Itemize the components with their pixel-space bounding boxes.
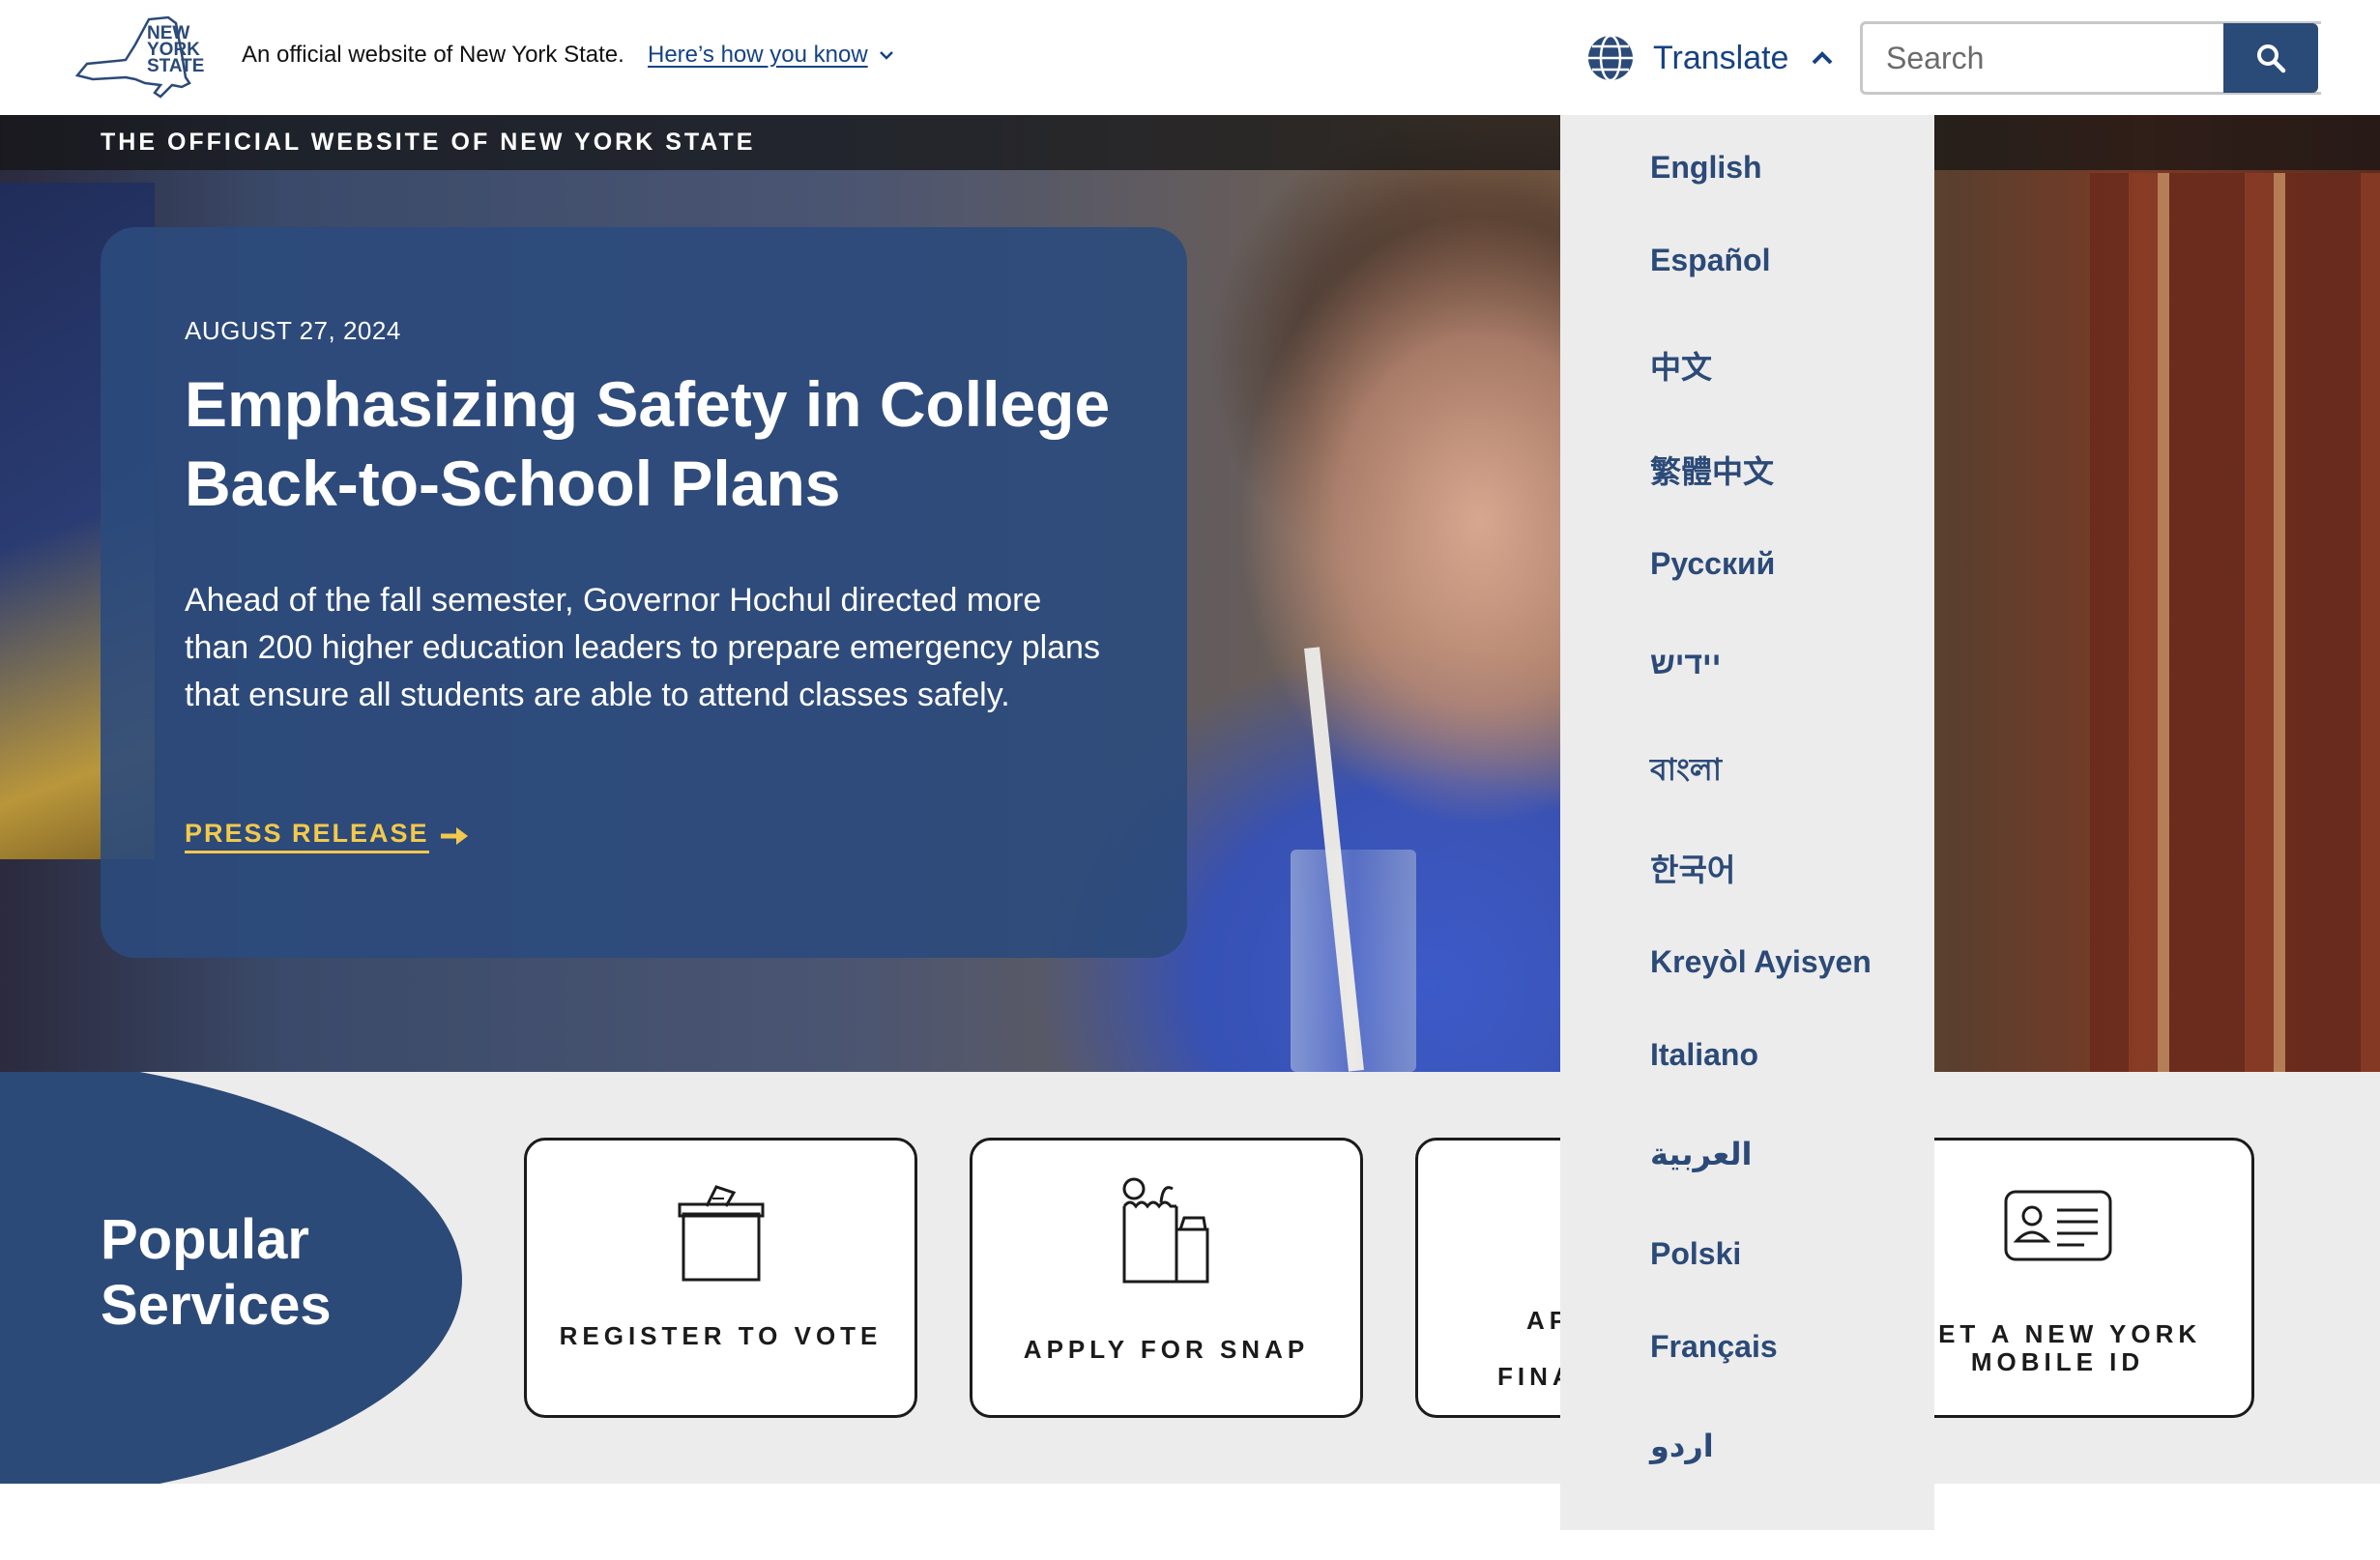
background-curtain xyxy=(2090,173,2380,1072)
language-option-bengali[interactable]: বাংলা xyxy=(1650,745,1722,797)
id-card-icon xyxy=(2004,1190,2111,1261)
top-header: NEW YORK STATE An official website of Ne… xyxy=(0,0,2380,115)
language-option-korean[interactable]: 한국어 xyxy=(1650,846,1735,890)
language-option-yiddish[interactable]: יידיש xyxy=(1650,646,1721,681)
popular-services: Popular Services REGISTER TO VOTE APPLY … xyxy=(0,1072,2380,1484)
press-release-link[interactable]: PRESS RELEASE xyxy=(185,819,472,853)
translate-label: Translate xyxy=(1653,39,1789,76)
hero-description: Ahead of the fall semester, Governor Hoc… xyxy=(185,582,1100,713)
hero-card: AUGUST 27, 2024 Emphasizing Safety in Co… xyxy=(101,227,1187,958)
service-card-apply-snap[interactable]: APPLY FOR SNAP xyxy=(970,1138,1363,1418)
globe-icon xyxy=(1588,34,1633,82)
press-release-label: PRESS RELEASE xyxy=(185,819,429,853)
hero-title: Emphasizing Safety in College Back-to-Sc… xyxy=(185,368,1111,519)
service-card-label: GET A NEW YORK MOBILE ID xyxy=(1883,1320,2232,1376)
official-site-strip-text: THE OFFICIAL WEBSITE OF NEW YORK STATE xyxy=(101,129,756,156)
popular-services-heading: Popular Services xyxy=(101,1207,332,1339)
language-option-russian[interactable]: Русский xyxy=(1650,546,1775,582)
chevron-down-icon xyxy=(879,51,893,60)
hero-date: AUGUST 27, 2024 xyxy=(185,316,401,345)
language-option-english[interactable]: English xyxy=(1650,150,1762,186)
service-card-label: REGISTER TO VOTE xyxy=(559,1321,883,1350)
search-button[interactable] xyxy=(2223,23,2318,93)
official-site-strip: THE OFFICIAL WEBSITE OF NEW YORK STATE xyxy=(0,115,2380,170)
grocery-bag-icon xyxy=(1122,1177,1208,1284)
language-option-french[interactable]: Français xyxy=(1650,1329,1778,1365)
nys-logo[interactable]: NEW YORK STATE xyxy=(68,15,209,99)
popular-services-heading-line1: Popular xyxy=(101,1208,309,1271)
hero-banner: THE OFFICIAL WEBSITE OF NEW YORK STATE A… xyxy=(0,115,2380,1072)
how-you-know-link[interactable]: Here’s how you know xyxy=(648,42,895,69)
language-option-italian[interactable]: Italiano xyxy=(1650,1037,1758,1073)
arrow-right-icon xyxy=(440,827,468,845)
translate-button[interactable]: Translate xyxy=(1585,31,1835,85)
how-you-know-label: Here’s how you know xyxy=(648,42,868,68)
language-option-spanish[interactable]: Español xyxy=(1650,243,1770,278)
search-icon xyxy=(2257,44,2286,73)
language-option-arabic[interactable]: العربية xyxy=(1650,1136,1752,1172)
background-glass xyxy=(1291,850,1416,1072)
service-card-register-vote[interactable]: REGISTER TO VOTE xyxy=(524,1138,917,1418)
official-site-text: An official website of New York State. xyxy=(242,42,624,68)
language-option-haitian-creole[interactable]: Kreyòl Ayisyen xyxy=(1650,944,1872,980)
service-card-label-line: MOBILE ID xyxy=(1970,1347,2145,1376)
language-option-chinese-simplified[interactable]: 中文 xyxy=(1650,343,1712,388)
ballot-box-icon xyxy=(678,1185,764,1282)
language-option-chinese-traditional[interactable]: 繁體中文 xyxy=(1650,448,1774,492)
chevron-up-icon xyxy=(1813,51,1833,65)
translate-dropdown: English Español 中文 繁體中文 Русский יידיש বা… xyxy=(1560,115,1934,1530)
service-card-label-line: GET A NEW YORK xyxy=(1913,1319,2202,1348)
logo-word-state: STATE xyxy=(147,56,205,76)
language-option-urdu[interactable]: اردو xyxy=(1650,1428,1714,1464)
language-option-polish[interactable]: Polski xyxy=(1650,1236,1741,1272)
service-card-label: APPLY FOR SNAP xyxy=(1023,1335,1310,1364)
popular-services-heading-line2: Services xyxy=(101,1274,332,1337)
